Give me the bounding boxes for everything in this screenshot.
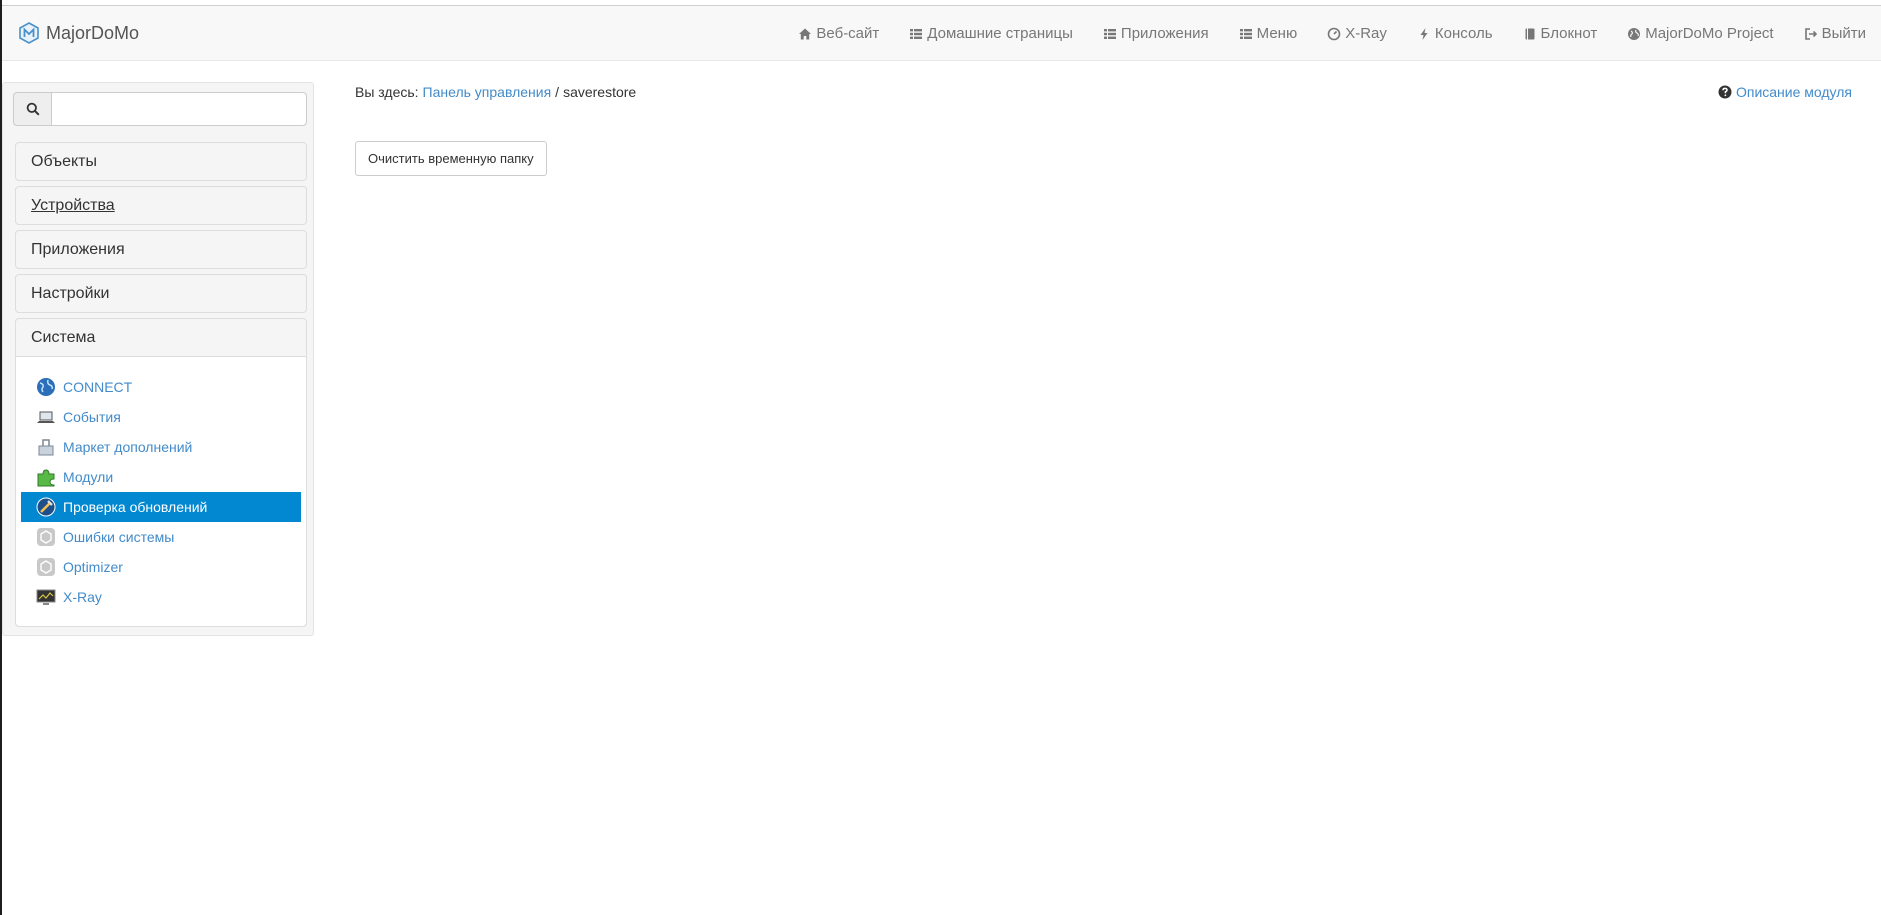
nav-menu-label: Меню xyxy=(1256,25,1298,42)
list-icon xyxy=(1239,28,1252,39)
search-icon xyxy=(26,102,40,116)
breadcrumb-control-panel-link[interactable]: Панель управления xyxy=(423,84,552,100)
brand-link[interactable]: MajorDoMo xyxy=(18,19,139,47)
home-icon xyxy=(799,28,812,39)
menu-item-market-label: Маркет дополнений xyxy=(63,439,193,455)
menu-item-events-label: События xyxy=(63,409,121,425)
market-icon xyxy=(38,439,54,456)
sidebar: Объекты Устройства Приложения Настройки … xyxy=(2,82,314,636)
nav-logout-label: Выйти xyxy=(1821,25,1866,42)
navbar-menu: Веб-сайт Домашние страницы Приложения Ме… xyxy=(783,6,1881,61)
breadcrumb: Вы здесь: Панель управления / saverestor… xyxy=(355,82,636,102)
section-settings-heading[interactable]: Настройки xyxy=(16,275,306,312)
nav-home-pages[interactable]: Домашние страницы xyxy=(894,25,1088,42)
bolt-icon xyxy=(1420,27,1428,40)
brand-title: MajorDoMo xyxy=(46,22,140,43)
nav-logout[interactable]: Выйти xyxy=(1789,25,1881,42)
laptop-icon xyxy=(37,411,55,423)
nav-menu[interactable]: Меню xyxy=(1224,25,1313,42)
logout-icon xyxy=(1804,27,1817,40)
book-icon xyxy=(1525,28,1535,39)
module-icon xyxy=(37,528,55,546)
majordomo-logo-icon xyxy=(19,22,39,44)
nav-home-pages-label: Домашние страницы xyxy=(927,25,1073,42)
menu-item-events[interactable]: События xyxy=(21,402,301,432)
question-circle-icon xyxy=(1718,85,1732,99)
module-help-link[interactable]: Описание модуля xyxy=(1718,82,1852,102)
menu-item-optimizer[interactable]: Optimizer xyxy=(21,552,301,582)
menu-item-connect[interactable]: CONNECT xyxy=(21,372,301,402)
module-help-label: Описание модуля xyxy=(1735,84,1852,100)
breadcrumb-current: saverestore xyxy=(563,84,637,100)
section-devices-heading[interactable]: Устройства xyxy=(16,187,306,224)
list-icon xyxy=(1103,28,1116,39)
section-devices: Устройства xyxy=(15,186,307,225)
nav-notebook[interactable]: Блокнот xyxy=(1508,25,1613,42)
nav-console-label: Консоль xyxy=(1434,25,1493,42)
sidebar-search xyxy=(13,92,307,126)
menu-item-check-updates-label: Проверка обновлений xyxy=(63,499,208,515)
nav-console[interactable]: Консоль xyxy=(1402,25,1508,42)
system-menu: CONNECT События Маркет дополнений Модули… xyxy=(16,356,306,626)
menu-item-optimizer-label: Optimizer xyxy=(63,559,123,575)
nav-xray[interactable]: X-Ray xyxy=(1312,25,1402,42)
menu-item-check-updates[interactable]: Проверка обновлений xyxy=(21,492,301,522)
nav-website-label: Веб-сайт xyxy=(816,25,880,42)
section-objects: Объекты xyxy=(15,142,307,181)
globe-icon xyxy=(1628,27,1641,40)
menu-item-system-errors[interactable]: Ошибки системы xyxy=(21,522,301,552)
menu-item-xray-label: X-Ray xyxy=(63,589,102,605)
globe-icon xyxy=(37,378,55,396)
search-button[interactable] xyxy=(13,92,51,126)
search-input[interactable] xyxy=(51,92,307,126)
section-applications: Приложения xyxy=(15,230,307,269)
clear-temp-folder-button[interactable]: Очистить временную папку xyxy=(355,141,547,176)
section-system-heading[interactable]: Система xyxy=(16,319,306,356)
nav-notebook-label: Блокнот xyxy=(1540,25,1598,42)
nav-majordomo-project-label: MajorDoMo Project xyxy=(1645,25,1774,42)
menu-item-system-errors-label: Ошибки системы xyxy=(63,529,175,545)
nav-applications-label: Приложения xyxy=(1120,25,1209,42)
monitor-icon xyxy=(36,589,56,605)
menu-item-xray[interactable]: X-Ray xyxy=(21,582,301,612)
nav-website[interactable]: Веб-сайт xyxy=(783,25,894,42)
update-icon xyxy=(36,497,56,517)
top-navbar: MajorDoMo Веб-сайт Домашние страницы При… xyxy=(2,6,1881,61)
menu-item-connect-label: CONNECT xyxy=(63,379,133,395)
module-icon xyxy=(37,558,55,576)
breadcrumb-separator: / xyxy=(555,84,560,100)
section-settings: Настройки xyxy=(15,274,307,313)
nav-majordomo-project[interactable]: MajorDoMo Project xyxy=(1612,25,1788,42)
puzzle-icon xyxy=(37,469,55,487)
section-applications-heading[interactable]: Приложения xyxy=(16,231,306,268)
section-objects-heading[interactable]: Объекты xyxy=(16,143,306,180)
dashboard-icon xyxy=(1327,27,1341,40)
menu-item-modules-label: Модули xyxy=(63,469,114,485)
nav-xray-label: X-Ray xyxy=(1345,25,1387,42)
list-icon xyxy=(910,28,923,39)
nav-applications[interactable]: Приложения xyxy=(1088,25,1224,42)
breadcrumb-prefix: Вы здесь: xyxy=(355,84,419,100)
menu-item-market[interactable]: Маркет дополнений xyxy=(21,432,301,462)
menu-item-modules[interactable]: Модули xyxy=(21,462,301,492)
section-system: Система CONNECT События Маркет дополнени… xyxy=(15,318,307,627)
